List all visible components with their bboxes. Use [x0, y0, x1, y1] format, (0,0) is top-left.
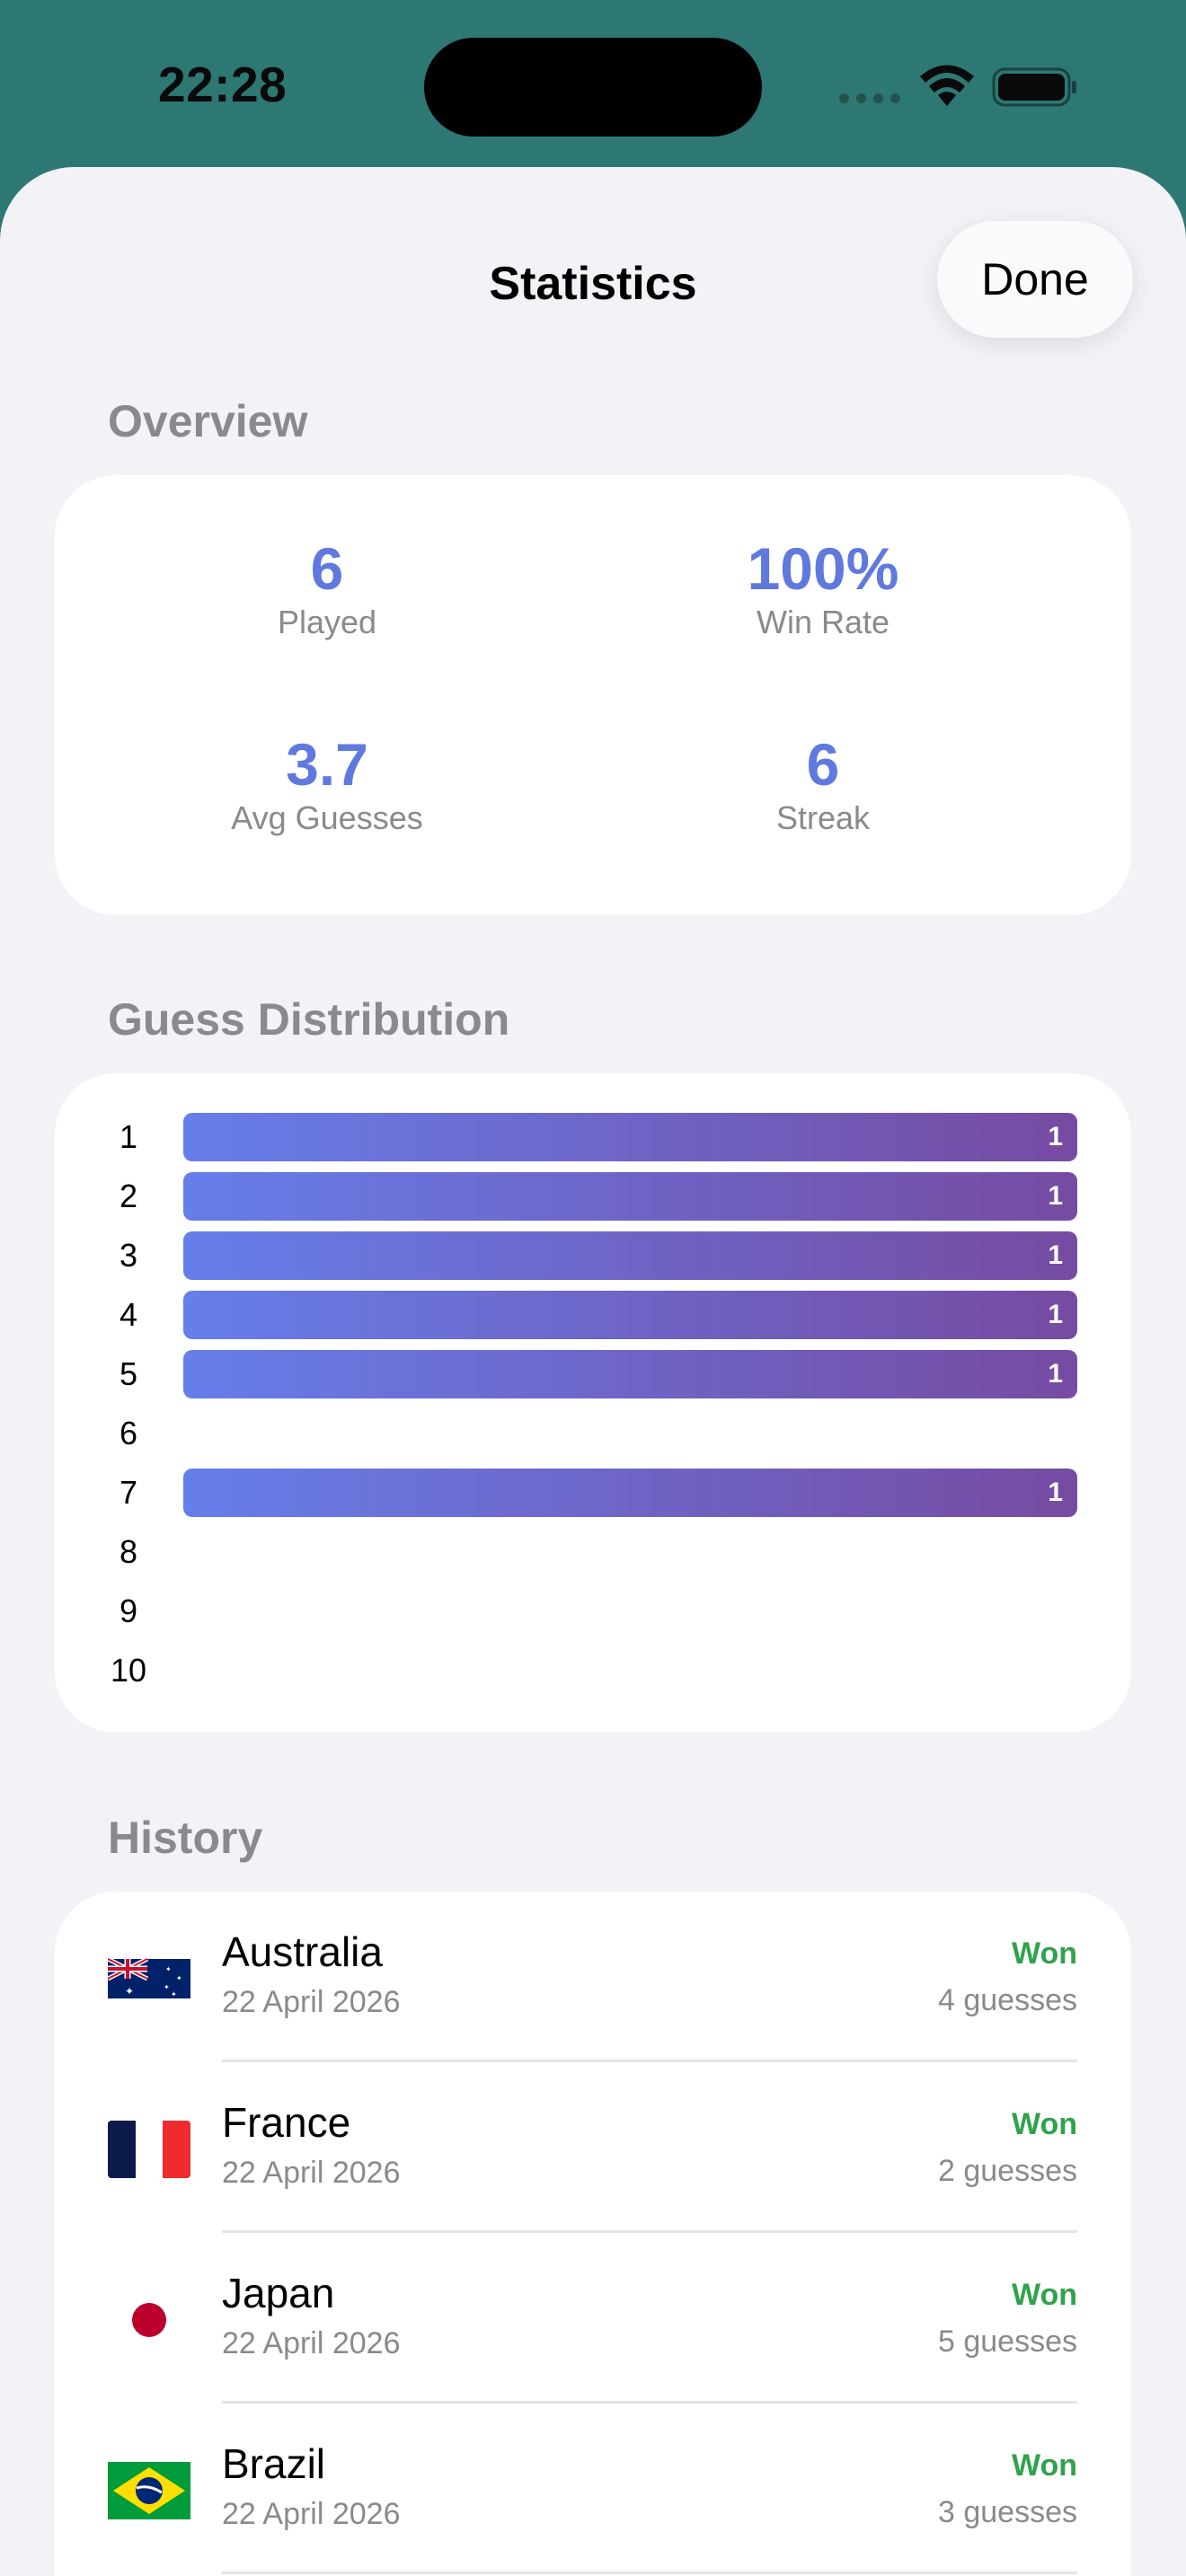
history-guess-count: 2 guesses	[938, 2154, 1077, 2188]
dynamic-island	[424, 38, 762, 137]
wifi-icon	[920, 65, 974, 106]
history-country-name: Australia	[222, 1928, 383, 1975]
distribution-row: 21	[55, 1171, 1131, 1222]
stat-played: 6 Played	[75, 533, 579, 642]
distribution-guess-number: 7	[119, 1474, 138, 1511]
history-country-name: Japan	[222, 2270, 335, 2316]
overview-card: 6 Played 100% Win Rate 3.7 Avg Guesses 6…	[55, 475, 1131, 915]
history-result-status: Won	[1011, 2107, 1077, 2141]
stat-streak-label: Streak	[775, 799, 871, 836]
distribution-row: 9	[55, 1586, 1131, 1636]
distribution-guess-number: 5	[119, 1355, 138, 1392]
history-country-name: France	[222, 2099, 351, 2146]
distribution-guess-number: 1	[119, 1118, 138, 1155]
distribution-guess-number: 4	[119, 1296, 138, 1333]
history-row[interactable]: Japan 22 April 2026 Won 5 guesses	[55, 2233, 1131, 2404]
stat-avg-guesses-label: Avg Guesses	[231, 799, 423, 836]
svg-text:✦: ✦	[165, 1965, 172, 1973]
distribution-bar-count: 1	[1048, 1122, 1063, 1151]
stat-streak: 6 Streak	[571, 728, 1075, 838]
distribution-bar-count: 1	[1048, 1300, 1063, 1329]
distribution-guess-number: 9	[119, 1592, 138, 1629]
stat-avg-guesses-value: 3.7	[286, 731, 368, 798]
distribution-bar-count: 1	[1048, 1181, 1063, 1211]
stat-played-value: 6	[310, 535, 344, 602]
stat-win-rate: 100% Win Rate	[571, 533, 1075, 642]
battery-icon	[992, 67, 1076, 107]
distribution-guess-number: 2	[119, 1178, 138, 1214]
distribution-bar: 1	[183, 1231, 1077, 1280]
japan-flag-icon	[108, 2291, 190, 2349]
distribution-bar: 1	[183, 1172, 1077, 1221]
distribution-bar: 1	[183, 1350, 1077, 1398]
history-date: 22 April 2026	[222, 2156, 401, 2190]
history-row[interactable]: France 22 April 2026 Won 2 guesses	[55, 2062, 1131, 2233]
history-card: ✦ ✦ ✦ ✦ ✦ Australia 22 April 2026 Won 4 guesses F…	[55, 1892, 1131, 2576]
brazil-flag-icon	[108, 2462, 190, 2519]
france-flag-icon	[108, 2121, 190, 2178]
history-row[interactable]: ✦ ✦ ✦ ✦ ✦ Australia 22 April 2026 Won 4 guesses	[55, 1892, 1131, 2062]
distribution-row: 10	[55, 1645, 1131, 1696]
distribution-row: 11	[55, 1112, 1131, 1162]
distribution-row: 41	[55, 1290, 1131, 1340]
history-guess-count: 5 guesses	[938, 2325, 1077, 2359]
stat-played-label: Played	[277, 604, 377, 640]
distribution-bar: 1	[183, 1469, 1077, 1517]
distribution-section-title: Guess Distribution	[108, 994, 510, 1045]
stat-streak-value: 6	[806, 731, 840, 798]
overview-section-title: Overview	[108, 396, 308, 446]
distribution-bar-count: 1	[1048, 1240, 1063, 1270]
stat-win-rate-value: 100%	[747, 535, 899, 602]
distribution-bar-count: 1	[1048, 1478, 1063, 1507]
statistics-sheet: Statistics Done Overview 6 Played 100% W…	[0, 167, 1186, 2576]
distribution-guess-number: 3	[119, 1237, 138, 1274]
history-date: 22 April 2026	[222, 1985, 401, 2019]
australia-flag-icon: ✦✦✦✦✦	[108, 1956, 190, 1998]
svg-text:✦: ✦	[176, 1974, 182, 1982]
distribution-row: 31	[55, 1231, 1131, 1281]
distribution-guess-number: 8	[119, 1533, 138, 1570]
history-date: 22 April 2026	[222, 2497, 401, 2531]
history-guess-count: 3 guesses	[938, 2495, 1077, 2529]
history-result-status: Won	[1011, 2448, 1077, 2483]
svg-text:✦: ✦	[164, 1983, 170, 1991]
distribution-bar-count: 1	[1048, 1359, 1063, 1389]
history-guess-count: 4 guesses	[938, 1983, 1077, 2017]
history-result-status: Won	[1011, 1936, 1077, 1971]
done-button[interactable]: Done	[937, 221, 1133, 338]
distribution-row: 51	[55, 1349, 1131, 1399]
svg-text:✦: ✦	[125, 1985, 134, 1998]
svg-text:✦: ✦	[171, 1990, 177, 1998]
history-row[interactable]: Brazil 22 April 2026 Won 3 guesses	[55, 2404, 1131, 2574]
stat-win-rate-label: Win Rate	[756, 604, 890, 640]
distribution-bar: 1	[183, 1113, 1077, 1161]
history-result-status: Won	[1011, 2278, 1077, 2312]
cellular-signal-icon	[839, 93, 900, 103]
history-section-title: History	[108, 1813, 263, 1863]
distribution-row: 8	[55, 1527, 1131, 1577]
distribution-guess-number: 10	[110, 1652, 147, 1689]
history-country-name: Brazil	[222, 2440, 326, 2487]
distribution-bar: 1	[183, 1291, 1077, 1339]
distribution-card: 1 1 2 1 3 1 4 1 5 1 6 7 1 8 9 10	[55, 1073, 1131, 1733]
distribution-row: 71	[55, 1468, 1131, 1518]
stat-avg-guesses: 3.7 Avg Guesses	[75, 728, 579, 838]
history-row-divider	[222, 2572, 1077, 2574]
history-date: 22 April 2026	[222, 2326, 401, 2360]
app-screen: 22:28 Statistics Done Overview 6 Played …	[0, 0, 1186, 2576]
distribution-guess-number: 6	[119, 1415, 138, 1451]
status-time: 22:28	[158, 57, 288, 112]
distribution-row: 6	[55, 1408, 1131, 1459]
